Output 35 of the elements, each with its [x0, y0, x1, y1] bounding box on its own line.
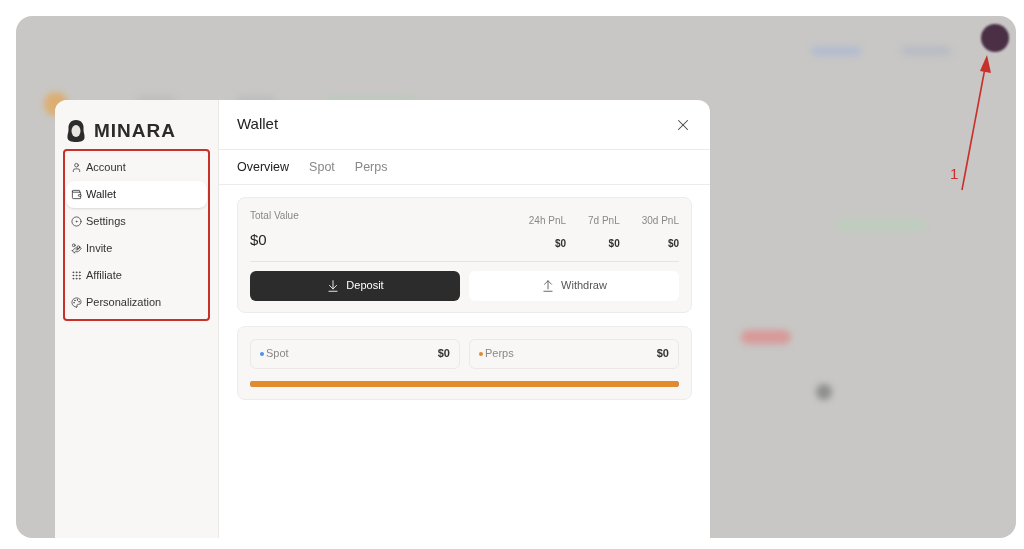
dialog-title: Wallet [237, 114, 279, 135]
balance-value: $0 [656, 346, 669, 362]
avatar[interactable] [981, 24, 1009, 52]
balance-label: Perps [485, 346, 514, 362]
sidebar-item[interactable]: Affiliate [66, 262, 207, 289]
pnl-label: 7d PnL [588, 214, 620, 228]
sidebar-item[interactable]: Invite [66, 235, 207, 262]
tab[interactable]: Perps [354, 157, 388, 177]
sidebar-item[interactable]: Settings [66, 208, 207, 235]
sidebar-item[interactable]: Account [66, 154, 207, 181]
total-value: $0 [250, 230, 268, 250]
deposit-button[interactable]: Deposit [250, 270, 460, 301]
withdraw-button[interactable]: Withdraw [469, 270, 679, 301]
download-icon [326, 278, 341, 293]
pnl-label: 30d PnL [641, 214, 679, 228]
annotation-label: 1 [950, 164, 959, 184]
person-icon [71, 162, 82, 173]
logo-icon [66, 119, 86, 143]
hand-icon [71, 243, 82, 254]
sidebar-item[interactable]: Wallet [66, 181, 207, 208]
sidebar-item[interactable]: Personalization [66, 289, 207, 316]
pnl-label: 24h PnL [528, 214, 567, 228]
palette-icon [71, 297, 82, 308]
total-value-label: Total Value [250, 209, 299, 223]
balance-value: $0 [437, 346, 450, 362]
tab[interactable]: Spot [309, 157, 335, 177]
brand-name: MINARA [94, 118, 176, 143]
wallet-icon [71, 189, 82, 200]
pnl-value: $0 [608, 237, 620, 251]
dots-grid-icon [71, 270, 82, 281]
balance-label: Spot [266, 346, 289, 362]
pnl-value: $0 [667, 237, 679, 251]
upload-icon [541, 278, 556, 293]
tab[interactable]: Overview [237, 157, 290, 177]
pnl-value: $0 [554, 237, 567, 251]
